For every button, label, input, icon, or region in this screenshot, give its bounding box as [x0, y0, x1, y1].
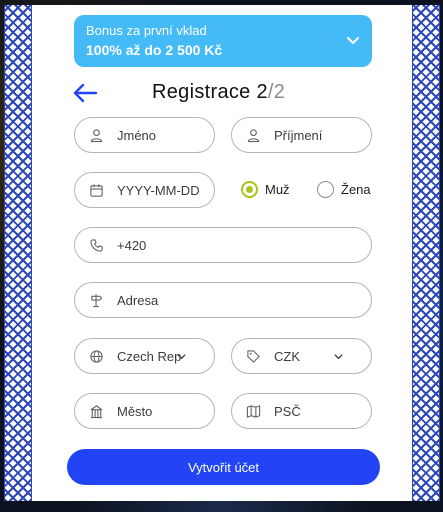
- gender-male-label: Muž: [265, 182, 290, 197]
- birthdate-field[interactable]: YYYY-MM-DD: [74, 172, 215, 208]
- chevron-down-icon: [334, 354, 343, 360]
- tag-icon: [247, 349, 260, 363]
- phone-icon: [90, 238, 103, 252]
- create-account-button[interactable]: Vytvořit účet: [67, 449, 380, 485]
- gender-male-radio[interactable]: Muž: [241, 181, 290, 198]
- currency-value: CZK: [274, 348, 300, 364]
- bonus-amount: 100% až do 2 500 Kč: [86, 42, 223, 58]
- map-icon: [246, 404, 261, 418]
- radio-checked-indicator: [241, 181, 258, 198]
- phone-prefix: +420: [117, 237, 147, 253]
- gender-female-radio[interactable]: Žena: [317, 181, 371, 198]
- ornament-border-left: [4, 5, 32, 501]
- bonus-banner[interactable]: Bonus za první vklad 100% až do 2 500 Kč: [74, 15, 372, 67]
- country-select[interactable]: Czech Rep: [74, 338, 215, 374]
- currency-select[interactable]: CZK: [231, 338, 372, 374]
- ornament-border-right: [412, 5, 440, 501]
- chevron-down-icon: [177, 354, 186, 360]
- user-icon: [90, 128, 103, 142]
- signpost-icon: [91, 293, 103, 307]
- phone-field[interactable]: +420: [74, 227, 372, 263]
- globe-icon: [90, 349, 103, 363]
- first-name-field[interactable]: Jméno: [74, 117, 215, 153]
- address-field[interactable]: Adresa: [74, 282, 372, 318]
- gender-female-label: Žena: [341, 182, 371, 197]
- city-field[interactable]: Město: [74, 393, 215, 429]
- first-name-placeholder: Jméno: [117, 127, 157, 143]
- address-placeholder: Adresa: [117, 292, 159, 308]
- zip-placeholder: PSČ: [274, 403, 301, 419]
- radio-unchecked-indicator: [317, 181, 334, 198]
- back-arrow-icon[interactable]: [72, 83, 98, 103]
- bonus-title: Bonus za první vklad: [86, 23, 207, 38]
- page-title-step-total: /2: [267, 81, 286, 103]
- last-name-field[interactable]: Příjmení: [231, 117, 372, 153]
- building-icon: [90, 404, 103, 418]
- registration-modal: Bonus za první vklad 100% až do 2 500 Kč…: [32, 5, 412, 501]
- birthdate-placeholder: YYYY-MM-DD: [117, 182, 200, 198]
- city-placeholder: Město: [117, 403, 153, 419]
- country-value: Czech Rep: [117, 348, 182, 364]
- user-icon: [247, 128, 260, 142]
- zip-field[interactable]: PSČ: [231, 393, 372, 429]
- page-title: Registrace 2/2: [152, 81, 312, 104]
- page-title-main: Registrace 2: [152, 81, 268, 103]
- calendar-icon: [90, 183, 103, 197]
- chevron-down-icon[interactable]: [346, 33, 360, 47]
- last-name-placeholder: Příjmení: [274, 127, 323, 143]
